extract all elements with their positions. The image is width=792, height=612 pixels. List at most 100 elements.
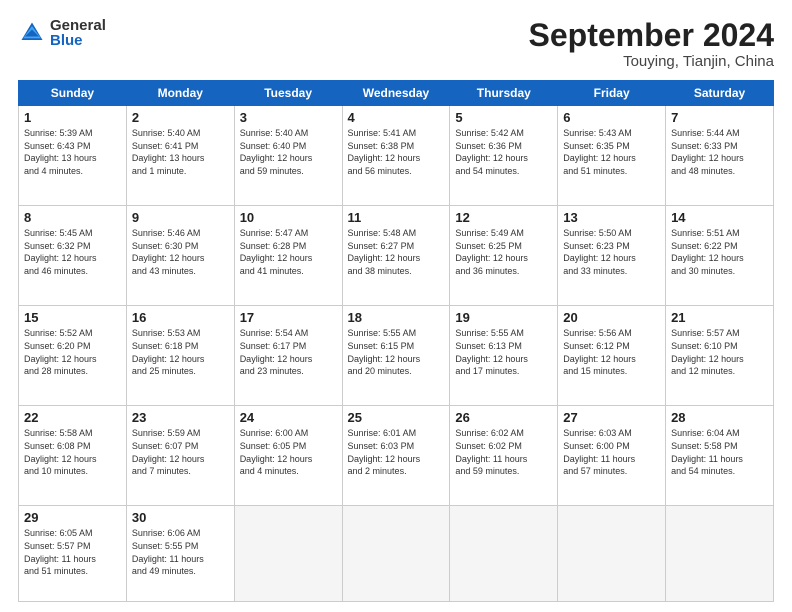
day-info: Sunrise: 5:49 AM Sunset: 6:25 PM Dayligh… <box>455 227 552 277</box>
logo: General Blue <box>18 18 106 48</box>
day-number: 23 <box>132 410 229 425</box>
day-info: Sunrise: 5:55 AM Sunset: 6:15 PM Dayligh… <box>348 327 445 377</box>
day-number: 18 <box>348 310 445 325</box>
table-row <box>342 506 450 602</box>
table-row: 15 Sunrise: 5:52 AM Sunset: 6:20 PM Dayli… <box>19 306 127 406</box>
day-info: Sunrise: 5:51 AM Sunset: 6:22 PM Dayligh… <box>671 227 768 277</box>
table-row: 30 Sunrise: 6:06 AM Sunset: 5:55 PM Dayli… <box>126 506 234 602</box>
day-number: 26 <box>455 410 552 425</box>
table-row: 21Sunrise: 5:57 AM Sunset: 6:10 PM Dayli… <box>666 306 774 406</box>
day-info: Sunrise: 5:50 AM Sunset: 6:23 PM Dayligh… <box>563 227 660 277</box>
location-title: Touying, Tianjin, China <box>529 53 774 70</box>
table-row: 4 Sunrise: 5:41 AM Sunset: 6:38 PM Daylig… <box>342 106 450 206</box>
day-number: 8 <box>24 210 121 225</box>
day-info: Sunrise: 5:41 AM Sunset: 6:38 PM Dayligh… <box>348 127 445 177</box>
table-row: 1 Sunrise: 5:39 AM Sunset: 6:43 PM Daylig… <box>19 106 127 206</box>
day-number: 4 <box>348 110 445 125</box>
day-number: 1 <box>24 110 121 125</box>
logo-blue-text: Blue <box>50 33 106 48</box>
day-info: Sunrise: 5:58 AM Sunset: 6:08 PM Dayligh… <box>24 427 121 477</box>
day-info: Sunrise: 6:04 AM Sunset: 5:58 PM Dayligh… <box>671 427 768 477</box>
day-number: 10 <box>240 210 337 225</box>
logo-icon <box>18 19 46 47</box>
day-number: 6 <box>563 110 660 125</box>
day-number: 22 <box>24 410 121 425</box>
day-info: Sunrise: 5:39 AM Sunset: 6:43 PM Dayligh… <box>24 127 121 177</box>
day-number: 13 <box>563 210 660 225</box>
header-sunday: Sunday <box>19 81 127 106</box>
day-info: Sunrise: 5:53 AM Sunset: 6:18 PM Dayligh… <box>132 327 229 377</box>
day-number: 17 <box>240 310 337 325</box>
table-row: 29 Sunrise: 6:05 AM Sunset: 5:57 PM Dayli… <box>19 506 127 602</box>
day-info: Sunrise: 5:54 AM Sunset: 6:17 PM Dayligh… <box>240 327 337 377</box>
day-info: Sunrise: 5:45 AM Sunset: 6:32 PM Dayligh… <box>24 227 121 277</box>
day-number: 20 <box>563 310 660 325</box>
day-info: Sunrise: 6:02 AM Sunset: 6:02 PM Dayligh… <box>455 427 552 477</box>
header-monday: Monday <box>126 81 234 106</box>
day-number: 29 <box>24 510 121 525</box>
day-number: 14 <box>671 210 768 225</box>
day-number: 28 <box>671 410 768 425</box>
day-number: 9 <box>132 210 229 225</box>
table-row <box>234 506 342 602</box>
day-number: 19 <box>455 310 552 325</box>
day-info: Sunrise: 5:47 AM Sunset: 6:28 PM Dayligh… <box>240 227 337 277</box>
day-info: Sunrise: 5:59 AM Sunset: 6:07 PM Dayligh… <box>132 427 229 477</box>
table-row: 11 Sunrise: 5:48 AM Sunset: 6:27 PM Dayli… <box>342 206 450 306</box>
table-row: 13 Sunrise: 5:50 AM Sunset: 6:23 PM Dayli… <box>558 206 666 306</box>
table-row: 6 Sunrise: 5:43 AM Sunset: 6:35 PM Daylig… <box>558 106 666 206</box>
table-row <box>558 506 666 602</box>
table-row: 27 Sunrise: 6:03 AM Sunset: 6:00 PM Dayli… <box>558 406 666 506</box>
weekday-header-row: Sunday Monday Tuesday Wednesday Thursday… <box>19 81 774 106</box>
table-row: 24 Sunrise: 6:00 AM Sunset: 6:05 PM Dayli… <box>234 406 342 506</box>
title-block: September 2024 Touying, Tianjin, China <box>529 18 774 70</box>
header-wednesday: Wednesday <box>342 81 450 106</box>
day-number: 16 <box>132 310 229 325</box>
day-number: 24 <box>240 410 337 425</box>
table-row: 7 Sunrise: 5:44 AM Sunset: 6:33 PM Daylig… <box>666 106 774 206</box>
page: General Blue September 2024 Touying, Tia… <box>0 0 792 612</box>
day-info: Sunrise: 5:40 AM Sunset: 6:40 PM Dayligh… <box>240 127 337 177</box>
day-number: 5 <box>455 110 552 125</box>
day-info: Sunrise: 5:40 AM Sunset: 6:41 PM Dayligh… <box>132 127 229 177</box>
day-info: Sunrise: 6:06 AM Sunset: 5:55 PM Dayligh… <box>132 527 229 577</box>
header-tuesday: Tuesday <box>234 81 342 106</box>
table-row: 8 Sunrise: 5:45 AM Sunset: 6:32 PM Daylig… <box>19 206 127 306</box>
table-row: 17 Sunrise: 5:54 AM Sunset: 6:17 PM Dayli… <box>234 306 342 406</box>
day-info: Sunrise: 6:01 AM Sunset: 6:03 PM Dayligh… <box>348 427 445 477</box>
day-number: 2 <box>132 110 229 125</box>
day-number: 27 <box>563 410 660 425</box>
table-row: 18 Sunrise: 5:55 AM Sunset: 6:15 PM Dayli… <box>342 306 450 406</box>
day-info: Sunrise: 5:52 AM Sunset: 6:20 PM Dayligh… <box>24 327 121 377</box>
day-number: 11 <box>348 210 445 225</box>
calendar-table: Sunday Monday Tuesday Wednesday Thursday… <box>18 80 774 602</box>
table-row: 23 Sunrise: 5:59 AM Sunset: 6:07 PM Dayli… <box>126 406 234 506</box>
day-info: Sunrise: 5:43 AM Sunset: 6:35 PM Dayligh… <box>563 127 660 177</box>
table-row: 12Sunrise: 5:49 AM Sunset: 6:25 PM Dayli… <box>450 206 558 306</box>
day-number: 7 <box>671 110 768 125</box>
table-row: 3Sunrise: 5:40 AM Sunset: 6:40 PM Daylig… <box>234 106 342 206</box>
day-info: Sunrise: 6:00 AM Sunset: 6:05 PM Dayligh… <box>240 427 337 477</box>
table-row: 9 Sunrise: 5:46 AM Sunset: 6:30 PM Daylig… <box>126 206 234 306</box>
month-title: September 2024 <box>529 18 774 53</box>
day-number: 30 <box>132 510 229 525</box>
day-number: 15 <box>24 310 121 325</box>
table-row: 22 Sunrise: 5:58 AM Sunset: 6:08 PM Dayli… <box>19 406 127 506</box>
header-friday: Friday <box>558 81 666 106</box>
day-info: Sunrise: 6:05 AM Sunset: 5:57 PM Dayligh… <box>24 527 121 577</box>
logo-general-text: General <box>50 18 106 33</box>
day-number: 25 <box>348 410 445 425</box>
day-info: Sunrise: 5:56 AM Sunset: 6:12 PM Dayligh… <box>563 327 660 377</box>
day-info: Sunrise: 5:48 AM Sunset: 6:27 PM Dayligh… <box>348 227 445 277</box>
day-info: Sunrise: 5:46 AM Sunset: 6:30 PM Dayligh… <box>132 227 229 277</box>
day-info: Sunrise: 5:44 AM Sunset: 6:33 PM Dayligh… <box>671 127 768 177</box>
day-info: Sunrise: 5:57 AM Sunset: 6:10 PM Dayligh… <box>671 327 768 377</box>
day-info: Sunrise: 5:55 AM Sunset: 6:13 PM Dayligh… <box>455 327 552 377</box>
table-row: 16 Sunrise: 5:53 AM Sunset: 6:18 PM Dayli… <box>126 306 234 406</box>
table-row: 19 Sunrise: 5:55 AM Sunset: 6:13 PM Dayli… <box>450 306 558 406</box>
table-row: 20 Sunrise: 5:56 AM Sunset: 6:12 PM Dayli… <box>558 306 666 406</box>
day-info: Sunrise: 6:03 AM Sunset: 6:00 PM Dayligh… <box>563 427 660 477</box>
table-row: 2 Sunrise: 5:40 AM Sunset: 6:41 PM Daylig… <box>126 106 234 206</box>
table-row: 5Sunrise: 5:42 AM Sunset: 6:36 PM Daylig… <box>450 106 558 206</box>
header-saturday: Saturday <box>666 81 774 106</box>
